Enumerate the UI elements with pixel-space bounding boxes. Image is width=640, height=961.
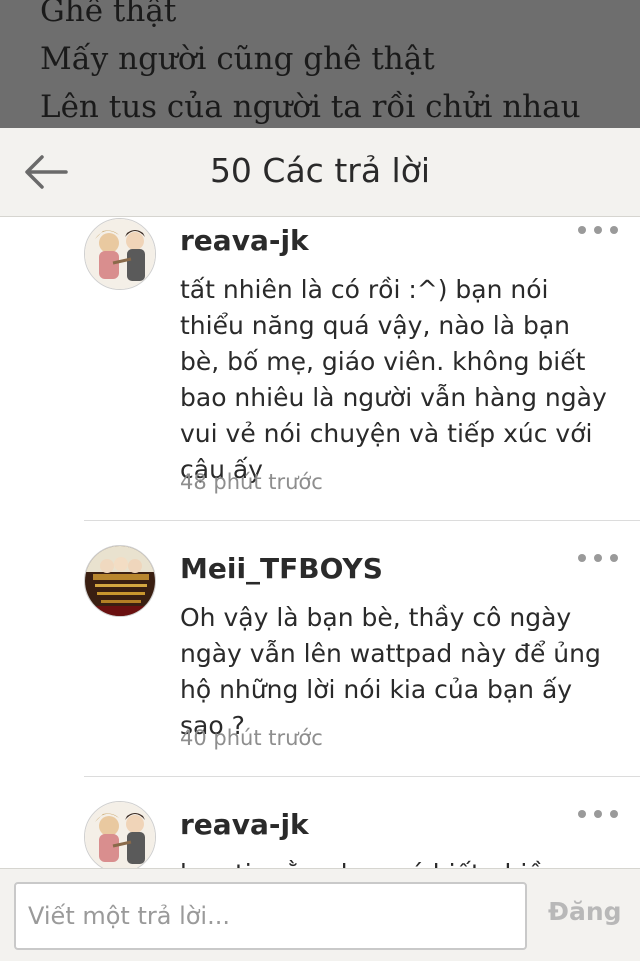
page-title: 50 Các trả lời [209, 151, 431, 190]
reply-username[interactable]: Meii_TFBOYS [180, 555, 383, 583]
avatar[interactable] [84, 801, 156, 868]
story-line: Ghê thật [40, 0, 177, 29]
reply-username[interactable]: reava-jk [180, 227, 309, 255]
more-dot [610, 810, 618, 818]
more-dots-icon [578, 554, 586, 562]
reply-text: Oh vậy là bạn bè, thầy cô ngày ngày vẫn … [180, 603, 601, 740]
post-button[interactable]: Đăng [548, 897, 622, 926]
more-dots-icon [578, 810, 586, 818]
avatar[interactable] [84, 218, 156, 290]
more-dot [610, 226, 618, 234]
more-options-button[interactable] [578, 804, 618, 824]
more-options-button[interactable] [578, 220, 618, 240]
more-dot [594, 226, 602, 234]
reply-composer: Đăng [0, 868, 640, 961]
more-options-button[interactable] [578, 548, 618, 568]
reply-input[interactable] [14, 882, 527, 950]
reply-item: reava-jk tất nhiên là có rồi :^) bạn nói… [0, 217, 640, 521]
story-line: Mấy người cũng ghê thật [40, 41, 435, 77]
reply-text: bạn tin rằng bạn có biết nhiều [180, 856, 610, 868]
story-line: Lên tus của người ta rồi chửi nhau [40, 89, 581, 125]
replies-header: 50 Các trả lời [0, 128, 640, 217]
reply-item: reava-jk bạn tin rằng bạn có biết nhiều [0, 777, 640, 868]
reply-timestamp: 40 phút trước [180, 726, 323, 750]
more-dots-icon [578, 226, 586, 234]
more-dot [594, 810, 602, 818]
more-dot [610, 554, 618, 562]
story-background: Ghê thật Mấy người cũng ghê thật Lên tus… [0, 0, 640, 128]
reply-item: Meii_TFBOYS Oh vậy là bạn bè, thầy cô ng… [0, 521, 640, 777]
replies-list[interactable]: reava-jk tất nhiên là có rồi :^) bạn nói… [0, 217, 640, 868]
more-dot [594, 554, 602, 562]
avatar[interactable] [84, 545, 156, 617]
reply-text: tất nhiên là có rồi :^) bạn nói thiểu nă… [180, 275, 607, 484]
reply-username[interactable]: reava-jk [180, 811, 309, 839]
reply-timestamp: 48 phút trước [180, 470, 323, 494]
